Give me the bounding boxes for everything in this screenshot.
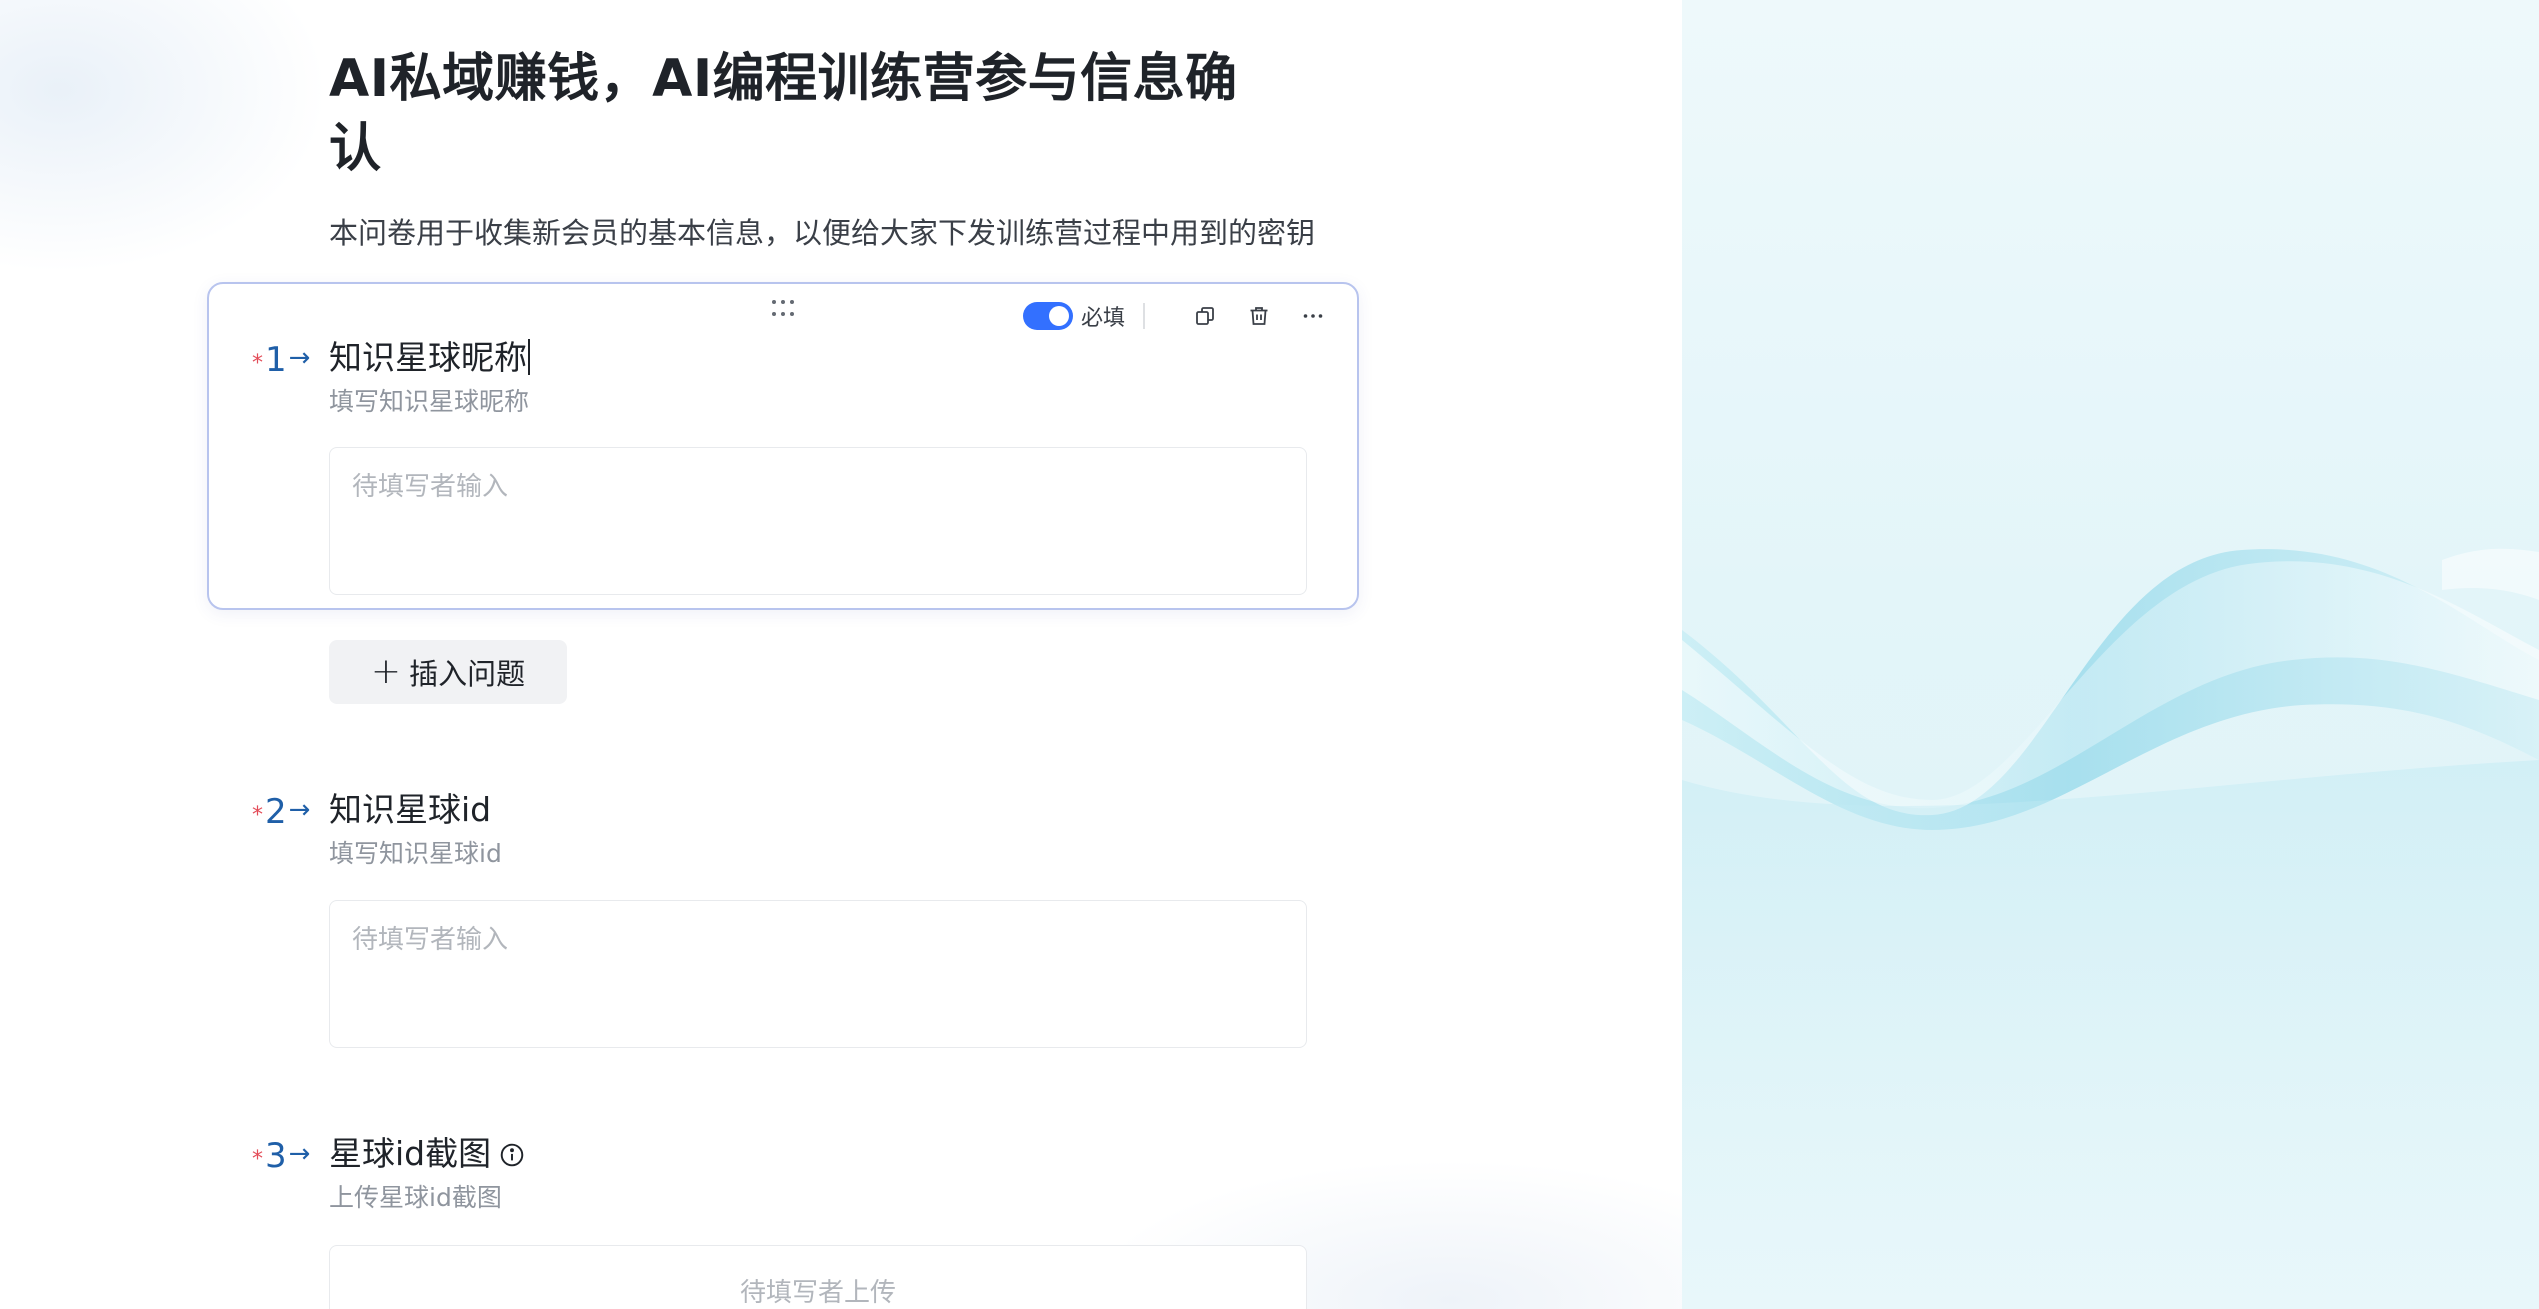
required-star: *: [252, 351, 263, 376]
upload-placeholder: 待填写者上传: [329, 1245, 1307, 1309]
required-star: *: [252, 1147, 263, 1172]
trash-icon[interactable]: [1243, 300, 1275, 332]
copy-icon[interactable]: [1189, 300, 1221, 332]
drag-handle-icon[interactable]: [772, 300, 798, 318]
required-star: *: [252, 803, 263, 828]
arrow-right-icon: →: [288, 795, 311, 825]
question-index: 2: [265, 792, 287, 832]
question-title[interactable]: 知识星球id: [329, 788, 491, 832]
required-toggle[interactable]: [1022, 302, 1073, 330]
page: AI私域赚钱，AI编程训练营参与信息确认 本问卷用于收集新会员的基本信息，以便给…: [0, 0, 2539, 1309]
decorative-wave-panel: [1682, 0, 2539, 1309]
question-number: * 2 →: [252, 792, 310, 836]
arrow-right-icon: →: [288, 343, 311, 373]
question-number: * 1 →: [252, 340, 310, 384]
form-description[interactable]: 本问卷用于收集新会员的基本信息，以便给大家下发训练营过程中用到的密钥: [329, 213, 1329, 253]
wave-illustration: [1682, 548, 2539, 1309]
answer-input-placeholder: 待填写者输入: [329, 447, 1307, 595]
insert-question-label: 插入问题: [409, 657, 526, 691]
question-subtitle[interactable]: 填写知识星球昵称: [329, 385, 529, 419]
text-caret: [528, 339, 530, 375]
toolbar-divider: [1143, 303, 1145, 329]
arrow-right-icon: →: [288, 1139, 311, 1169]
insert-question-button[interactable]: + 插入问题: [329, 640, 567, 704]
question-title[interactable]: 知识星球昵称: [329, 336, 530, 380]
question-toolbar: 必填: [1022, 298, 1329, 334]
info-icon[interactable]: [499, 1142, 525, 1168]
required-label: 必填: [1080, 306, 1125, 331]
answer-input-placeholder: 待填写者输入: [329, 900, 1307, 1048]
question-subtitle[interactable]: 上传星球id截图: [329, 1181, 502, 1215]
question-title-text[interactable]: 知识星球昵称: [329, 338, 527, 377]
form-title[interactable]: AI私域赚钱，AI编程训练营参与信息确认: [329, 44, 1289, 184]
question-index: 3: [265, 1136, 287, 1176]
question-subtitle[interactable]: 填写知识星球id: [329, 837, 502, 871]
question-title-text[interactable]: 星球id截图: [329, 1134, 491, 1173]
question-number: * 3 →: [252, 1136, 310, 1180]
more-icon[interactable]: [1297, 300, 1329, 332]
plus-icon: +: [370, 651, 402, 692]
form-editor: AI私域赚钱，AI编程训练营参与信息确认 本问卷用于收集新会员的基本信息，以便给…: [0, 0, 1682, 1309]
question-index: 1: [265, 340, 287, 380]
question-title[interactable]: 星球id截图: [329, 1132, 525, 1176]
